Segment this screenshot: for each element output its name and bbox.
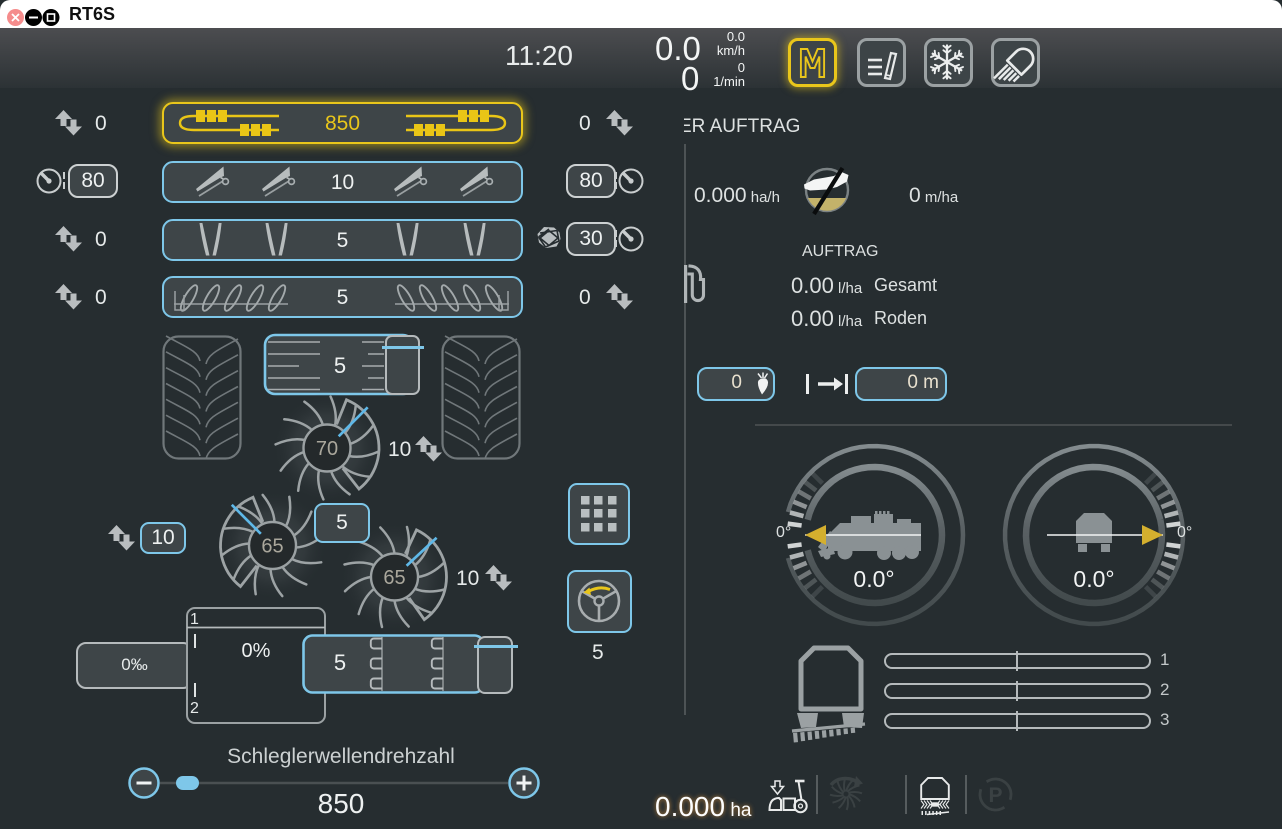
svg-text:P: P bbox=[988, 784, 1002, 807]
svg-text:70: 70 bbox=[316, 438, 338, 460]
svg-text:65: 65 bbox=[383, 567, 405, 589]
svg-text:5: 5 bbox=[334, 650, 346, 675]
svg-text:65: 65 bbox=[261, 536, 283, 558]
